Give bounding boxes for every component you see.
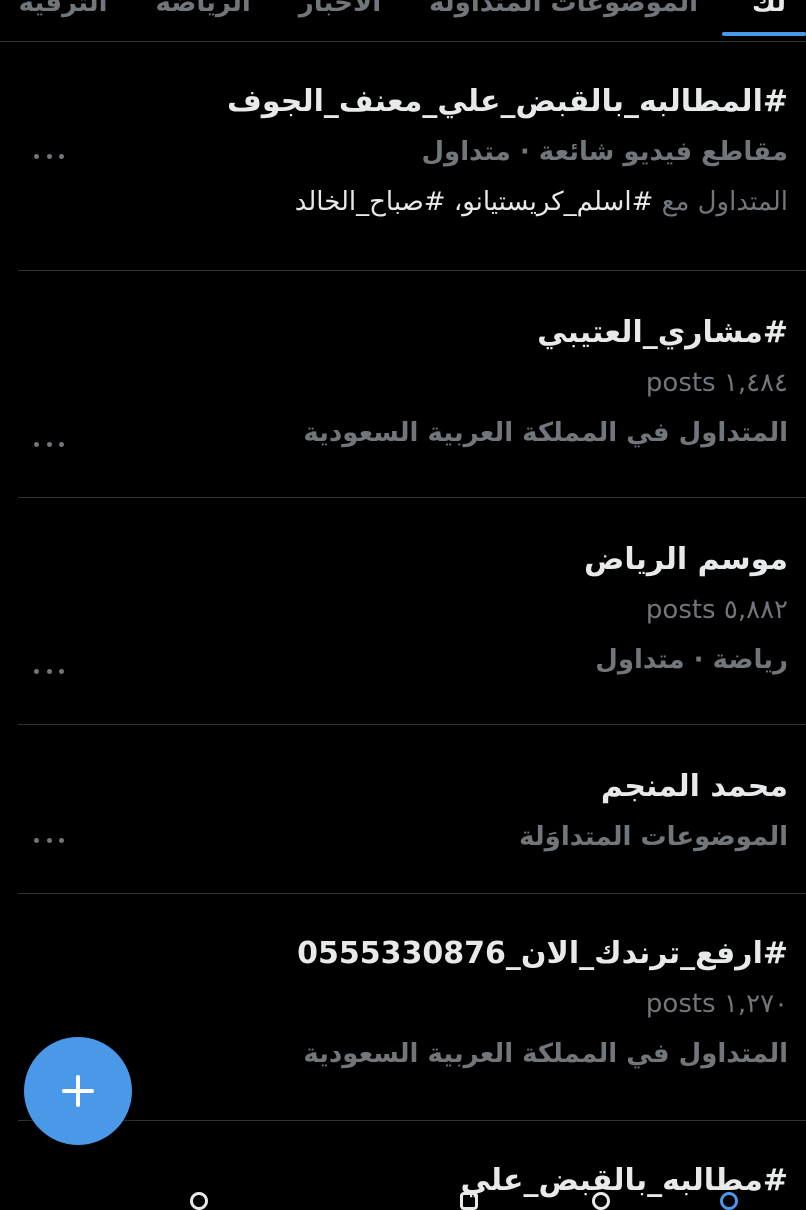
tab-label: الأخبار — [298, 0, 382, 18]
trending-with-prefix: المتداول مع — [661, 187, 788, 217]
trend-context: الموضوعات المتداوَلة — [519, 822, 788, 852]
search-icon[interactable] — [190, 1192, 208, 1210]
top-tab-bar: لك الموضوعات المتداولة الأخبار الرياضة ا… — [0, 0, 806, 42]
trend-title: #مشاري_العتيبي — [537, 315, 788, 350]
trend-posts-count: ١,٤٨٤ posts — [645, 368, 788, 398]
trending-with: المتداول مع #اسلم_كريستيانو، #صباح_الخال… — [18, 184, 806, 220]
notifications-icon[interactable] — [592, 1192, 610, 1210]
tab-news[interactable]: الأخبار — [275, 0, 405, 20]
trends-list: #المطالبه_بالقبض_علي_معنف_الجوف مقاطع في… — [18, 42, 806, 1201]
trend-title: #ارفع_ترندك_الان_0555330876 — [297, 936, 788, 971]
tab-label: الرياضة — [155, 0, 251, 18]
trend-title: محمد المنجم — [600, 769, 788, 804]
trend-item[interactable]: #ارفع_ترندك_الان_0555330876 ١,٢٧٠ posts … — [18, 894, 806, 1121]
active-tab-indicator — [722, 32, 806, 36]
tab-entertainment[interactable]: الترفيه — [0, 0, 132, 20]
trend-posts-count: ١,٢٧٠ posts — [645, 989, 788, 1019]
trend-context: مقاطع فيديو شائعة · متداول — [421, 137, 788, 167]
more-options-icon[interactable] — [34, 666, 64, 676]
tab-sports[interactable]: الرياضة — [132, 0, 275, 20]
trend-item[interactable]: موسم الرياض ٥,٨٨٢ posts رياضة · متداول — [18, 498, 806, 725]
trend-context: المتداول في المملكة العربية السعودية — [303, 418, 788, 448]
more-options-icon[interactable] — [34, 151, 64, 161]
trend-context: المتداول في المملكة العربية السعودية — [303, 1039, 788, 1069]
tab-label: لك — [752, 0, 786, 18]
messages-icon[interactable] — [720, 1192, 738, 1210]
trend-posts-count: ٥,٨٨٢ posts — [645, 595, 788, 625]
trend-item[interactable]: #مطالبه_بالقبض_علي — [18, 1121, 806, 1201]
more-options-icon[interactable] — [34, 439, 64, 449]
compose-fab-button[interactable] — [24, 1037, 132, 1145]
tab-trending[interactable]: الموضوعات المتداولة — [405, 0, 722, 20]
tab-for-you[interactable]: لك — [722, 0, 806, 36]
plus-icon-stroke — [76, 1075, 80, 1107]
tab-label: الموضوعات المتداولة — [429, 0, 699, 18]
trend-context: رياضة · متداول — [595, 645, 788, 675]
trend-title: موسم الرياض — [584, 542, 788, 577]
trend-title: #المطالبه_بالقبض_علي_معنف_الجوف — [227, 84, 788, 119]
bottom-nav-bar — [0, 1192, 806, 1210]
trending-with-tags[interactable]: #اسلم_كريستيانو، #صباح_الخالد — [295, 187, 654, 217]
trend-item[interactable]: محمد المنجم الموضوعات المتداوَلة — [18, 725, 806, 894]
trend-item[interactable]: #مشاري_العتيبي ١,٤٨٤ posts المتداول في ا… — [18, 271, 806, 498]
trend-item[interactable]: #المطالبه_بالقبض_علي_معنف_الجوف مقاطع في… — [18, 42, 806, 271]
tab-label: الترفيه — [18, 0, 108, 18]
grok-icon[interactable] — [460, 1192, 478, 1210]
more-options-icon[interactable] — [34, 835, 64, 845]
